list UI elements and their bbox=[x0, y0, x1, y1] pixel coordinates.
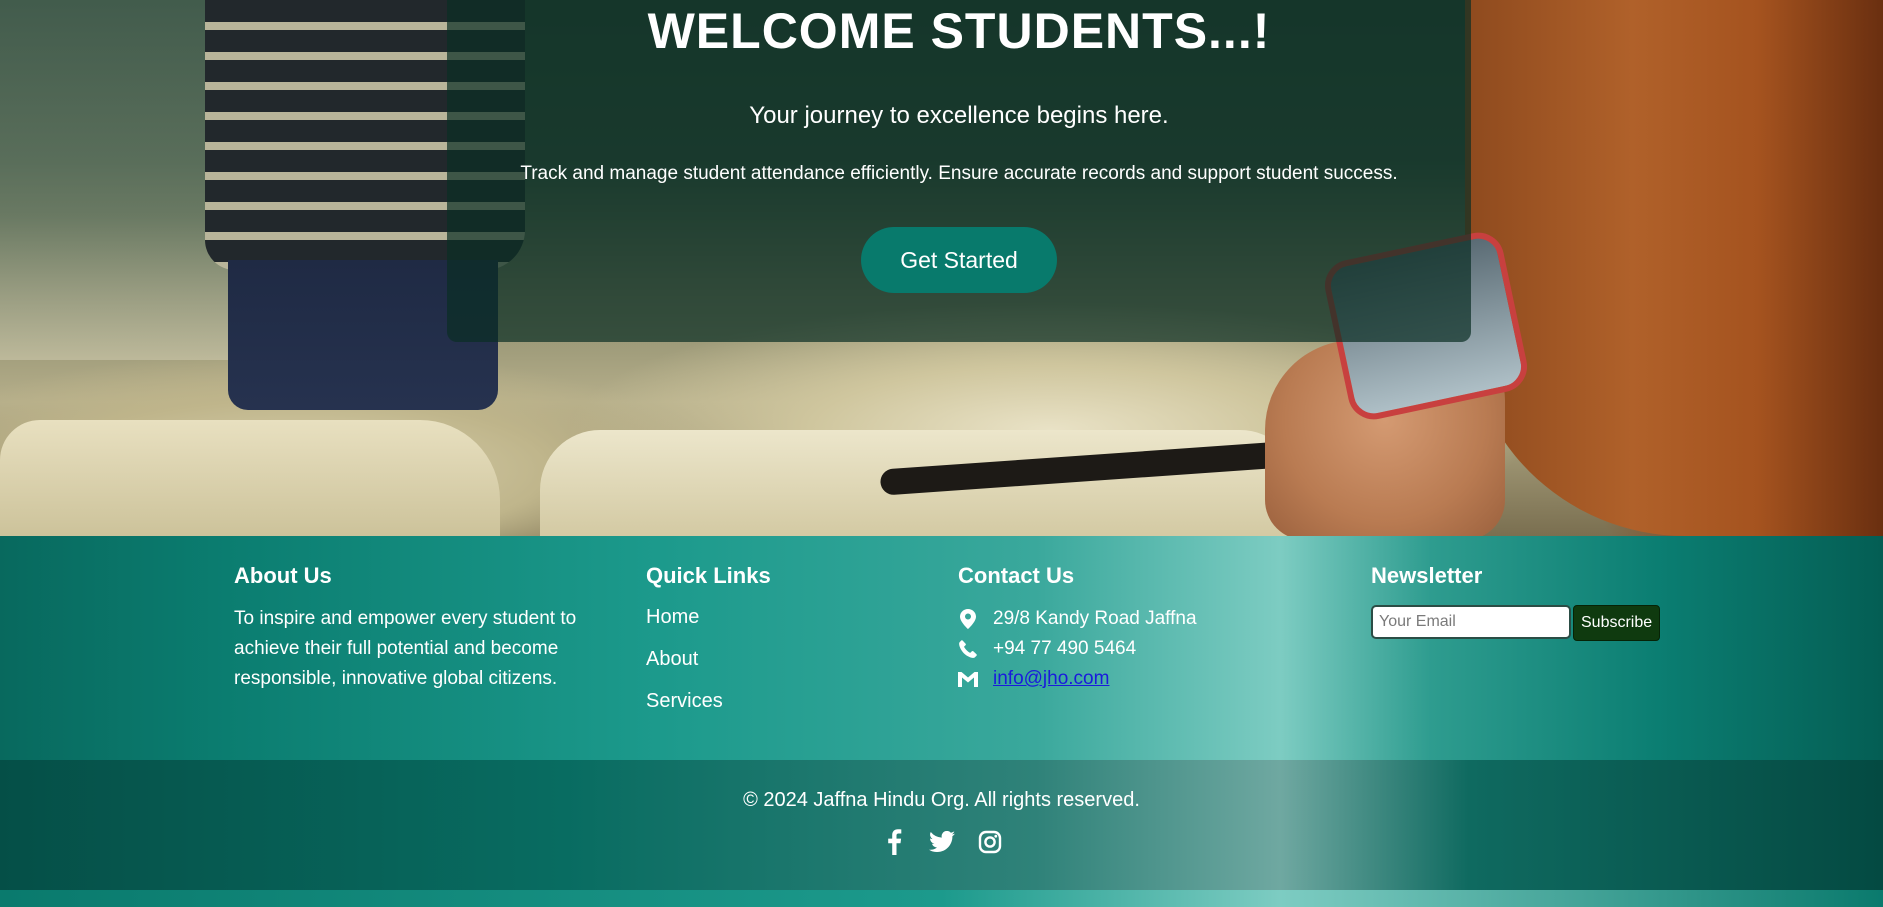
quick-link-services[interactable]: Services bbox=[646, 690, 723, 712]
contact-email-link[interactable]: info@jho.com bbox=[993, 668, 1109, 690]
twitter-icon[interactable] bbox=[928, 828, 956, 856]
footer-quick-links-column: Quick Links Home About Services bbox=[646, 560, 896, 730]
footer-bottom-band bbox=[0, 760, 1883, 890]
hero-description: Track and manage student attendance effi… bbox=[520, 163, 1398, 184]
contact-address: 29/8 Kandy Road Jaffna bbox=[993, 608, 1197, 629]
contact-phone-row: +94 77 490 5464 bbox=[958, 634, 1338, 664]
newsletter-heading: Newsletter bbox=[1371, 563, 1483, 588]
copyright-text: © 2024 Jaffna Hindu Org. All rights rese… bbox=[743, 789, 1140, 811]
quick-link-item: Home bbox=[646, 604, 896, 630]
newsletter-form: Subscribe bbox=[1371, 605, 1691, 641]
quick-link-home[interactable]: Home bbox=[646, 606, 699, 628]
contact-address-row: 29/8 Kandy Road Jaffna bbox=[958, 604, 1338, 634]
footer-bottom-strip bbox=[0, 890, 1883, 907]
facebook-icon[interactable] bbox=[880, 828, 908, 856]
contact-phone: +94 77 490 5464 bbox=[993, 638, 1137, 659]
hero-image-arm bbox=[1465, 0, 1883, 536]
map-pin-icon bbox=[958, 609, 978, 629]
footer-about-column: About Us To inspire and empower every st… bbox=[234, 560, 614, 694]
about-text: To inspire and empower every student to … bbox=[234, 608, 577, 689]
subscribe-button[interactable]: Subscribe bbox=[1573, 605, 1661, 641]
quick-link-about[interactable]: About bbox=[646, 648, 698, 670]
quick-link-item: Services bbox=[646, 688, 896, 714]
social-links bbox=[0, 828, 1883, 856]
quick-links-heading: Quick Links bbox=[646, 563, 771, 588]
hero-title: WELCOME STUDENTS...! bbox=[647, 3, 1271, 59]
newsletter-email-input[interactable] bbox=[1371, 605, 1571, 639]
hero-image-desk-left bbox=[0, 420, 500, 536]
footer-newsletter-column: Newsletter Subscribe bbox=[1371, 560, 1691, 641]
footer-contact-column: Contact Us 29/8 Kandy Road Jaffna +94 77… bbox=[958, 560, 1338, 694]
hero-subtitle: Your journey to excellence begins here. bbox=[749, 102, 1169, 129]
phone-icon bbox=[958, 639, 978, 659]
get-started-button[interactable]: Get Started bbox=[861, 227, 1057, 293]
about-heading: About Us bbox=[234, 563, 332, 588]
quick-links-list: Home About Services bbox=[646, 604, 896, 714]
gmail-icon bbox=[958, 669, 978, 689]
contact-email-row: info@jho.com bbox=[958, 664, 1338, 694]
quick-link-item: About bbox=[646, 646, 896, 672]
instagram-icon[interactable] bbox=[976, 828, 1004, 856]
contact-heading: Contact Us bbox=[958, 563, 1075, 588]
